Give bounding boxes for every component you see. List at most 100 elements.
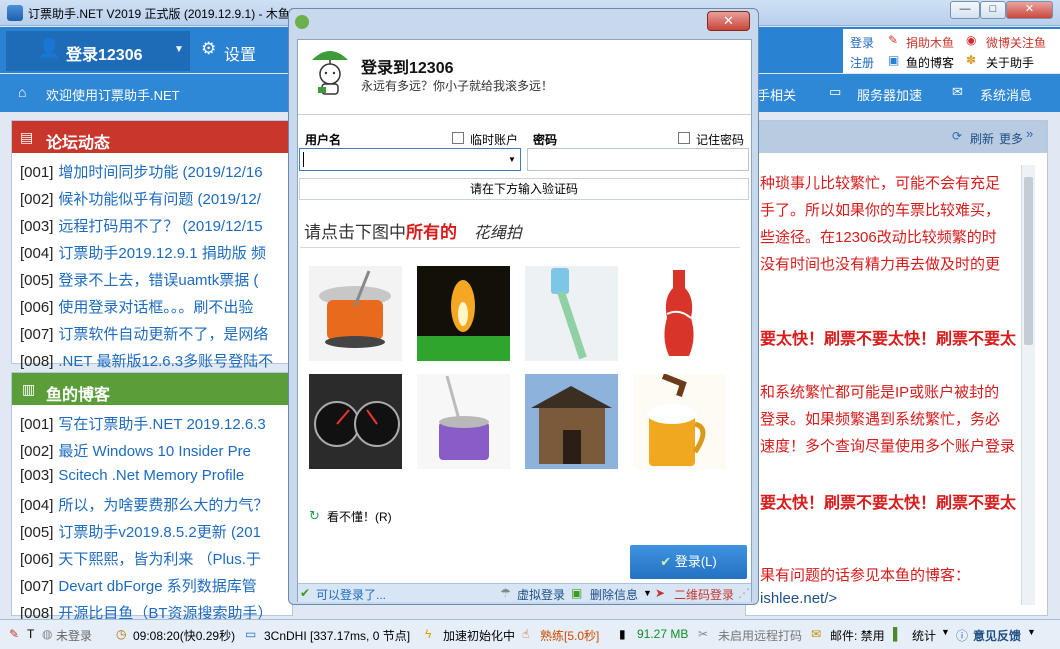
notice-line: 果有问题的话参见本鱼的博客： [760,567,971,584]
dialog-footer: ✔ 可以登录了... ☂ 虚拟登录 ▣ 删除信息 ▼ ➤ 二维码登录 ⋰ [298,583,751,602]
blog-row-link[interactable]: 最近 Windows 10 Insider Pre [58,443,251,460]
refresh-link[interactable]: 刷新 [970,130,994,147]
delete-info-dropdown-icon[interactable]: ▼ [643,588,652,598]
blog-row[interactable]: [002] 最近 Windows 10 Insider Pre [20,440,288,461]
captcha-image-mop-bucket-purple[interactable] [417,374,510,469]
remember-password-checkbox[interactable] [678,132,690,144]
notice-line[interactable]: ishlee.net/> [760,590,1018,607]
notice-panel [745,120,1048,616]
about-link[interactable]: 关于助手 [986,54,1034,71]
tab-server-accel[interactable]: 服务器加速 [857,85,922,104]
refresh-captcha-link[interactable]: 看不懂！(R) [327,508,392,525]
blog-row-link[interactable]: Devart dbForge 系列数据库管 [58,578,256,595]
forum-row-link[interactable]: 订票助手2019.12.9.1 捐助版 频 [58,245,266,262]
tab-misc[interactable]: 手相关 [757,85,796,104]
feedback-dropdown-icon[interactable]: ▼ [1027,627,1036,637]
forum-row-link[interactable]: 登录不上去，错误uamtk票据 ( [58,272,258,289]
blog-row-link[interactable]: 订票助手v2019.8.5.2更新 (201 [58,524,261,541]
stats-dropdown-icon[interactable]: ▼ [941,627,950,637]
blog-row-link[interactable]: 所以，为啥要费那么大的力气？ [58,497,268,514]
check-icon: ✔ [300,586,311,600]
maximize-button[interactable]: □ [980,1,1006,19]
user-icon: 👤 [38,38,61,58]
dialog-title: 登录到12306 [361,60,454,77]
close-button[interactable]: ✕ [1006,1,1053,19]
forum-row-link[interactable]: 远程打码用不了？ (2019/12/15 [58,218,262,235]
server-icon: ▭ [245,627,257,641]
more-link[interactable]: 更多 [999,130,1023,147]
captcha-image-candle-flame[interactable] [417,266,510,361]
scrollbar-thumb[interactable] [1024,177,1033,345]
captcha-image-speedometer[interactable] [309,374,402,469]
app-icon [7,5,23,21]
register-link[interactable]: 注册 [850,54,874,71]
settings-menu[interactable]: 设置 [224,41,256,65]
notice-line: 没有时间也没有精力再去做及时的更 [760,256,1001,273]
captcha-image-mop-bucket-orange[interactable] [309,266,402,361]
forum-row-number: [001] [20,164,54,181]
blog-row[interactable]: [001] 写在订票助手.NET 2019.12.6.3 [20,413,288,434]
blog-row[interactable]: [004] 所以，为啥要费那么大的力气？ [20,494,288,515]
statusbar: ✎ T ◍ 未登录 ◷ 09:08:20(快0.29秒) ▭ 3CnDHI [3… [0,619,1060,649]
login-link[interactable]: 登录 [850,34,874,51]
blog-link[interactable]: 鱼的博客 [906,54,954,71]
dialog-close-button[interactable]: ✕ [707,11,750,31]
remote-status: 未启用远程打码 [718,629,803,643]
username-combobox[interactable]: ▼ [299,148,521,171]
blog-row-number: [002] [20,443,54,460]
qr-icon: ➤ [655,586,666,600]
chevron-down-icon[interactable]: ▼ [508,155,516,164]
mail-status[interactable]: 邮件: 禁用 [830,627,885,644]
blog-row-link[interactable]: Scitech .Net Memory Profile [58,467,244,484]
stats-link[interactable]: 统计 [912,627,936,644]
notice-line: 要太快！刷票不要太快！刷票不要太 [760,331,1017,348]
hand-icon: ☝ [522,627,530,641]
minimize-button[interactable]: — [950,1,980,19]
login-dialog: ✕ 登录到12306 永远有多远？你小子就给我滚多远！ 用户名 临时账户 密码 … [288,8,759,605]
user-status-icon: ◍ [42,627,53,641]
blog-row-link[interactable]: 写在订票助手.NET 2019.12.6.3 [58,416,265,433]
login-button[interactable]: ✔ 登录(L) [630,545,747,579]
forum-row[interactable]: [007] 订票软件自动更新不了，是网络 [20,323,288,344]
blog-row[interactable]: [003] Scitech .Net Memory Profile [20,467,288,484]
captcha-image-cola-bottle[interactable] [633,266,726,361]
feedback-link[interactable]: 意见反馈 [973,627,1021,644]
donate-link[interactable]: 捐助木鱼 [906,34,954,51]
forum-row[interactable]: [004] 订票助手2019.12.9.1 捐助版 频 [20,242,288,263]
forum-row[interactable]: [006] 使用登录对话框。。。刷不出验 [20,296,288,317]
delete-info-link[interactable]: 删除信息 [590,586,638,603]
virtual-login-link[interactable]: 虚拟登录 [517,586,565,603]
weibo-link[interactable]: 微博关注鱼 [986,34,1046,51]
resize-grip-icon[interactable]: ⋰ [738,586,750,600]
captcha-image-toothbrush[interactable] [525,266,618,361]
login-menu-label: 登录12306 [66,47,143,64]
password-field[interactable] [527,148,749,171]
forum-row-link[interactable]: 订票软件自动更新不了，是网络 [58,326,268,343]
forum-row[interactable]: [003] 远程打码用不了？ (2019/12/15 [20,215,288,236]
forum-row-link[interactable]: 使用登录对话框。。。刷不出验 [58,299,253,316]
forum-row[interactable]: [002] 候补功能似乎有问题 (2019/12/ [20,188,288,209]
forum-row-link[interactable]: 增加时间同步功能 (2019/12/16 [58,164,262,181]
captcha-divider [300,247,740,248]
blog-row-link[interactable]: 天下熙熙，皆为利来 （Plus.于 [58,551,261,568]
forum-row[interactable]: [008] .NET 最新版12.6.3多账号登陆不 [20,350,288,371]
forum-row[interactable]: [005] 登录不上去，错误uamtk票据 ( [20,269,288,290]
forum-row-link[interactable]: .NET 最新版12.6.3多账号登陆不 [58,353,273,370]
forum-row[interactable]: [001] 增加时间同步功能 (2019/12/16 [20,161,288,182]
blog-row[interactable]: [005] 订票助手v2019.8.5.2更新 (201 [20,521,288,542]
blog-row[interactable]: [006] 天下熙熙，皆为利来 （Plus.于 [20,548,288,569]
notice-line: 和系统繁忙都可能是IP或账户被封的 [760,384,1000,401]
password-label: 密码 [533,133,558,147]
login-status: 未登录 [56,629,93,643]
gear-icon: ⚙ [201,39,217,58]
temp-account-checkbox[interactable] [452,132,464,144]
captcha-image-temple-gate[interactable] [525,374,618,469]
blog-row[interactable]: [007] Devart dbForge 系列数据库管 [20,575,288,596]
tab-system-msg[interactable]: 系统消息 [980,85,1032,104]
forum-row-link[interactable]: 候补功能似乎有问题 (2019/12/ [58,191,261,208]
notice-line: 登录。如果频繁遇到系统繁忙，务必 [760,411,1001,428]
qr-login-link[interactable]: 二维码登录 [674,586,734,603]
notice-scrollbar[interactable] [1021,165,1035,605]
tab-welcome-label: 欢迎使用订票助手.NET [46,88,180,103]
captcha-image-beer-mug[interactable] [633,374,726,469]
